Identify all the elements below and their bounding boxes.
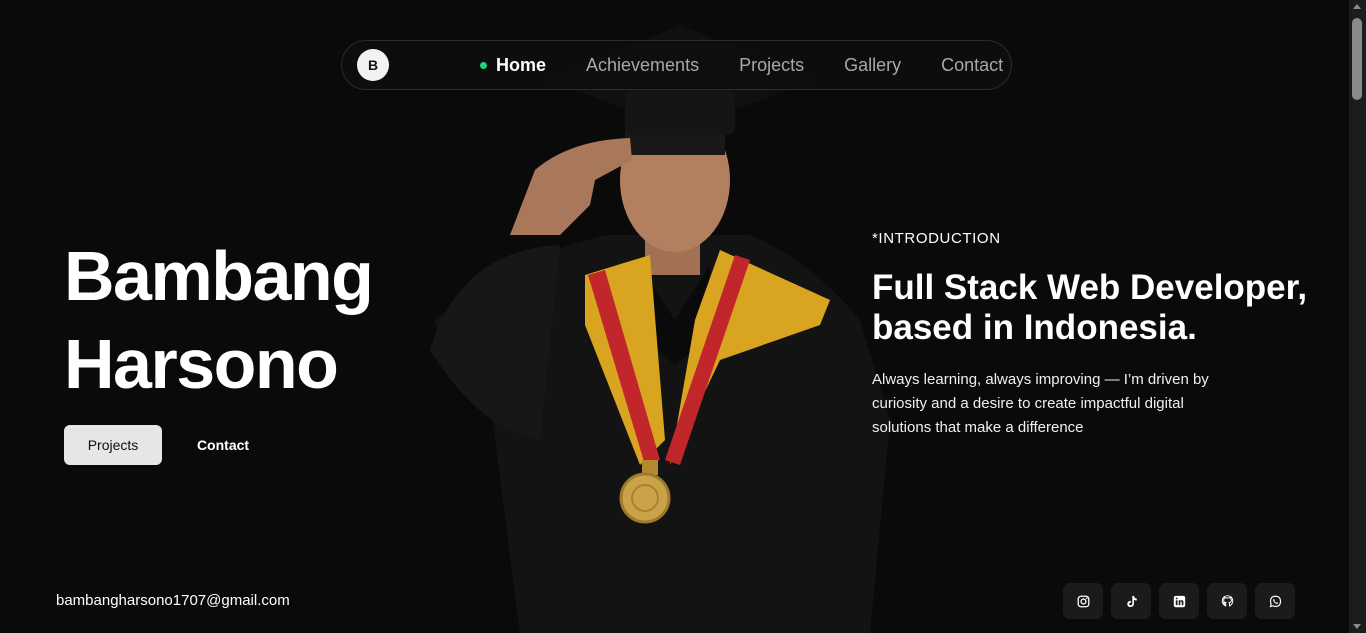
nav-item-gallery[interactable]: Gallery: [844, 55, 901, 76]
scroll-up-arrow-icon[interactable]: [1353, 4, 1361, 9]
vertical-scrollbar[interactable]: [1349, 0, 1366, 633]
nav-item-achievements[interactable]: Achievements: [586, 55, 699, 76]
tiktok-icon: [1126, 595, 1137, 607]
nav-item-contact[interactable]: Contact: [941, 55, 1003, 76]
email-link[interactable]: bambangharsono1707@gmail.com: [56, 592, 290, 609]
top-nav: B Home Achievements Projects Gallery Con…: [341, 40, 1012, 90]
graduate-portrait: [430, 25, 890, 633]
whatsapp-link[interactable]: [1255, 583, 1295, 619]
nav-item-label: Contact: [941, 54, 1004, 75]
nav-item-projects[interactable]: Projects: [739, 55, 804, 76]
active-indicator-dot: [480, 61, 487, 69]
nav-item-label: Home: [496, 54, 547, 75]
last-name: Harsono: [64, 325, 339, 403]
logo-avatar[interactable]: B: [357, 49, 389, 81]
social-links: [1063, 583, 1303, 619]
gold-medal: [619, 472, 671, 524]
first-name: Bambang: [64, 237, 374, 315]
linkedin-icon: [1173, 595, 1185, 607]
github-icon: [1221, 594, 1233, 607]
contact-button[interactable]: Contact: [180, 425, 266, 465]
scroll-down-arrow-icon[interactable]: [1353, 624, 1361, 629]
saluting-hand: [510, 138, 632, 235]
nav-items: Home Achievements Projects Gallery Conta…: [480, 41, 1003, 89]
projects-button[interactable]: Projects: [64, 425, 162, 465]
instagram-link[interactable]: [1063, 583, 1103, 619]
nav-item-home[interactable]: Home: [480, 55, 546, 76]
instagram-icon: [1077, 595, 1089, 607]
scroll-thumb[interactable]: [1352, 18, 1362, 100]
tiktok-link[interactable]: [1111, 583, 1151, 619]
intro-eyebrow: *INTRODUCTION: [872, 230, 1001, 247]
hero-name: Bambang Harsono: [64, 232, 374, 408]
nav-item-label: Projects: [739, 54, 805, 75]
nav-item-label: Achievements: [586, 54, 700, 75]
intro-text: Always learning, always improving — I’m …: [872, 371, 1209, 436]
nav-item-label: Gallery: [844, 54, 902, 75]
linkedin-link[interactable]: [1159, 583, 1199, 619]
github-link[interactable]: [1207, 583, 1247, 619]
whatsapp-icon: [1269, 595, 1281, 607]
intro-title: Full Stack Web Developer, based in Indon…: [872, 268, 1308, 347]
